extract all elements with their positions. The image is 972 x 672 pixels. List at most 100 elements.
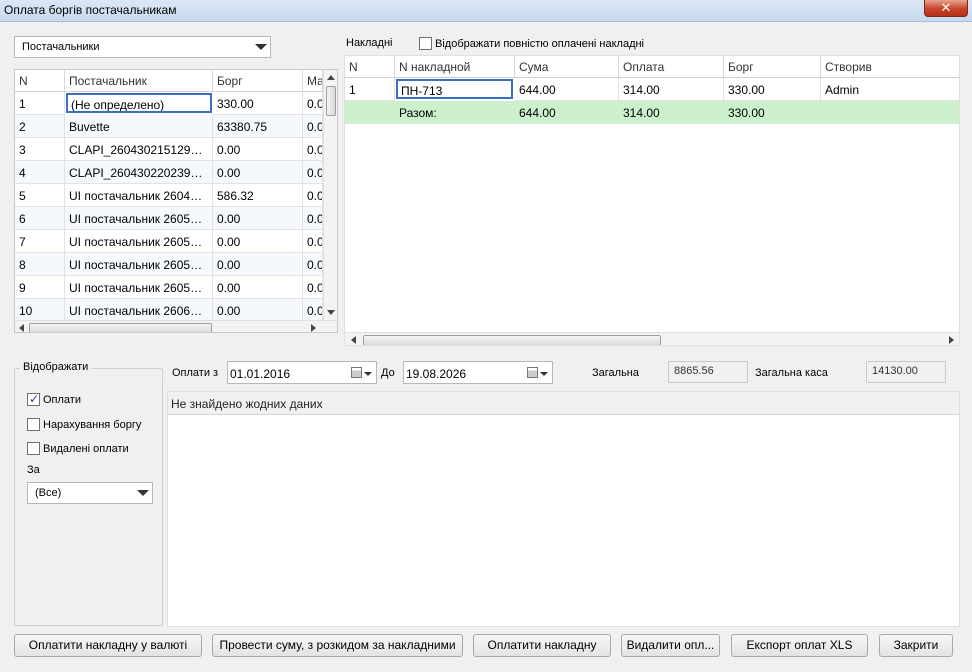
payments-checkbox[interactable] (27, 392, 40, 406)
supplier-name-cell[interactable]: Buvette (65, 115, 213, 138)
supplier-extra-cell: 0.0 (303, 92, 323, 115)
close-window-button[interactable]: ✕ (924, 0, 968, 17)
supplier-name-cell[interactable]: (Не определено) (66, 93, 212, 113)
display-group-title: Відображати (20, 361, 92, 373)
cash-total-field: 14130.00 (866, 361, 946, 383)
supplier-name-cell[interactable]: CLAPI_260430215129_РџР... (65, 138, 213, 161)
date-from-label: Оплати з (172, 367, 219, 379)
supplier-name-cell[interactable]: UI постачальник 260501... (65, 207, 213, 230)
total-debt: 330.00 (724, 101, 821, 124)
column-header-extra[interactable]: Ма (303, 70, 323, 92)
window-title: Оплата боргів постачальникам (4, 3, 177, 17)
supplier-row-n: 7 (15, 230, 65, 253)
column-header-supplier[interactable]: Постачальник (65, 70, 213, 92)
total-paid: 314.00 (619, 101, 724, 124)
deleted-payments-label: Видалені оплати (43, 443, 129, 455)
calendar-icon[interactable] (351, 367, 362, 378)
invoice-row-n: 1 (345, 78, 395, 101)
invoices-label: Накладні (346, 37, 393, 49)
invoice-author-cell: Admin (821, 78, 959, 101)
suppliers-vertical-scrollbar[interactable] (323, 70, 337, 320)
supplier-extra-cell: 0.0 (303, 184, 323, 207)
show-paid-checkbox[interactable] (419, 37, 432, 50)
chevron-down-icon[interactable] (540, 372, 548, 376)
supplier-name-cell[interactable]: UI постачальник 260601... (65, 299, 213, 322)
supplier-row-n: 6 (15, 207, 65, 230)
supplier-name-cell[interactable]: UI постачальник 260501... (65, 253, 213, 276)
chevron-down-icon[interactable] (364, 372, 372, 376)
close-button[interactable]: Закрити (879, 634, 953, 657)
supplier-extra-cell: 0.0 (303, 230, 323, 253)
date-from-picker[interactable]: 01.01.2016 (227, 361, 377, 384)
scroll-thumb[interactable] (326, 86, 336, 116)
supplier-filter-select[interactable]: Постачальники (14, 36, 271, 58)
supplier-extra-cell: 0.0 (303, 207, 323, 230)
invoices-horizontal-scrollbar[interactable] (345, 332, 959, 345)
supplier-extra-cell: 0.0 (303, 299, 323, 322)
suppliers-horizontal-scrollbar[interactable] (15, 320, 337, 332)
column-header-debt[interactable]: Борг (724, 56, 821, 78)
supplier-extra-cell: 0.0 (303, 138, 323, 161)
supplier-name-cell[interactable]: UI постачальник 260430... (65, 184, 213, 207)
calendar-icon[interactable] (527, 367, 538, 378)
supplier-row-n: 2 (15, 115, 65, 138)
date-to-label: До (381, 367, 395, 379)
supplier-row-n: 10 (15, 299, 65, 322)
supplier-debt-cell: 0.00 (213, 230, 303, 253)
pay-invoice-button[interactable]: Оплатити накладну (473, 634, 611, 657)
scroll-down-icon[interactable] (327, 310, 335, 315)
invoice-debt-cell: 330.00 (724, 78, 821, 101)
date-to-picker[interactable]: 19.08.2026 (403, 361, 553, 384)
supplier-extra-cell: 0.0 (303, 115, 323, 138)
empty-message: Не знайдено жодних даних (171, 397, 323, 411)
supplier-debt-cell: 0.00 (213, 207, 303, 230)
accruals-checkbox[interactable] (27, 418, 40, 431)
deleted-payments-checkbox[interactable] (27, 442, 40, 455)
supplier-name-cell[interactable]: UI постачальник 260501... (65, 230, 213, 253)
payments-label: Оплати (43, 394, 81, 406)
pay-in-currency-button[interactable]: Оплатити накладну у валюті (14, 634, 202, 657)
scroll-thumb[interactable] (29, 323, 212, 332)
invoice-sum-cell: 644.00 (515, 78, 619, 101)
supplier-name-cell[interactable]: UI постачальник 260501... (65, 276, 213, 299)
distribute-sum-button[interactable]: Провести суму, з розкидом за накладними (212, 634, 463, 657)
date-to-value: 19.08.2026 (406, 367, 467, 381)
column-header-n[interactable]: N (15, 70, 65, 92)
scroll-right-icon[interactable] (311, 324, 316, 332)
supplier-row-n: 5 (15, 184, 65, 207)
supplier-debt-cell: 0.00 (213, 276, 303, 299)
scroll-right-icon[interactable] (949, 336, 954, 344)
period-select[interactable]: (Все) (27, 482, 153, 504)
supplier-row-n: 3 (15, 138, 65, 161)
scroll-left-icon[interactable] (19, 324, 24, 332)
total-row-n-cell (345, 101, 395, 124)
total-label: Разом: (395, 101, 515, 124)
supplier-row-n: 9 (15, 276, 65, 299)
invoices-table[interactable]: N N накладной Сума Оплата Борг Створив 1… (344, 55, 960, 346)
invoice-number-cell[interactable]: ПН-713 (396, 79, 513, 99)
invoice-paid-cell: 314.00 (619, 78, 724, 101)
supplier-debt-cell: 0.00 (213, 161, 303, 184)
supplier-row-n: 4 (15, 161, 65, 184)
column-header-n[interactable]: N (345, 56, 395, 78)
column-header-author[interactable]: Створив (821, 56, 959, 78)
supplier-extra-cell: 0.0 (303, 276, 323, 299)
column-header-debt[interactable]: Борг (213, 70, 303, 92)
column-header-paid[interactable]: Оплата (619, 56, 724, 78)
supplier-name-cell[interactable]: CLAPI_260430220239_По... (65, 161, 213, 184)
supplier-debt-cell: 0.00 (213, 138, 303, 161)
export-xls-button[interactable]: Експорт оплат XLS (731, 634, 868, 657)
column-header-sum[interactable]: Сума (515, 56, 619, 78)
chevron-down-icon (255, 44, 267, 50)
delete-payment-button[interactable]: Видалити опл... (621, 634, 720, 657)
payments-table[interactable]: Не знайдено жодних даних (167, 391, 960, 627)
column-header-invoice-number[interactable]: N накладной (395, 56, 515, 78)
scroll-left-icon[interactable] (351, 336, 356, 344)
suppliers-table[interactable]: N Постачальник Борг Ма 1 (Не определено) 3… (14, 69, 338, 333)
supplier-extra-cell: 0.0 (303, 161, 323, 184)
scroll-thumb[interactable] (363, 335, 661, 345)
period-value: (Все) (35, 487, 62, 499)
scroll-up-icon[interactable] (327, 75, 335, 80)
supplier-debt-cell: 63380.75 (213, 115, 303, 138)
supplier-row-n: 1 (15, 92, 65, 115)
